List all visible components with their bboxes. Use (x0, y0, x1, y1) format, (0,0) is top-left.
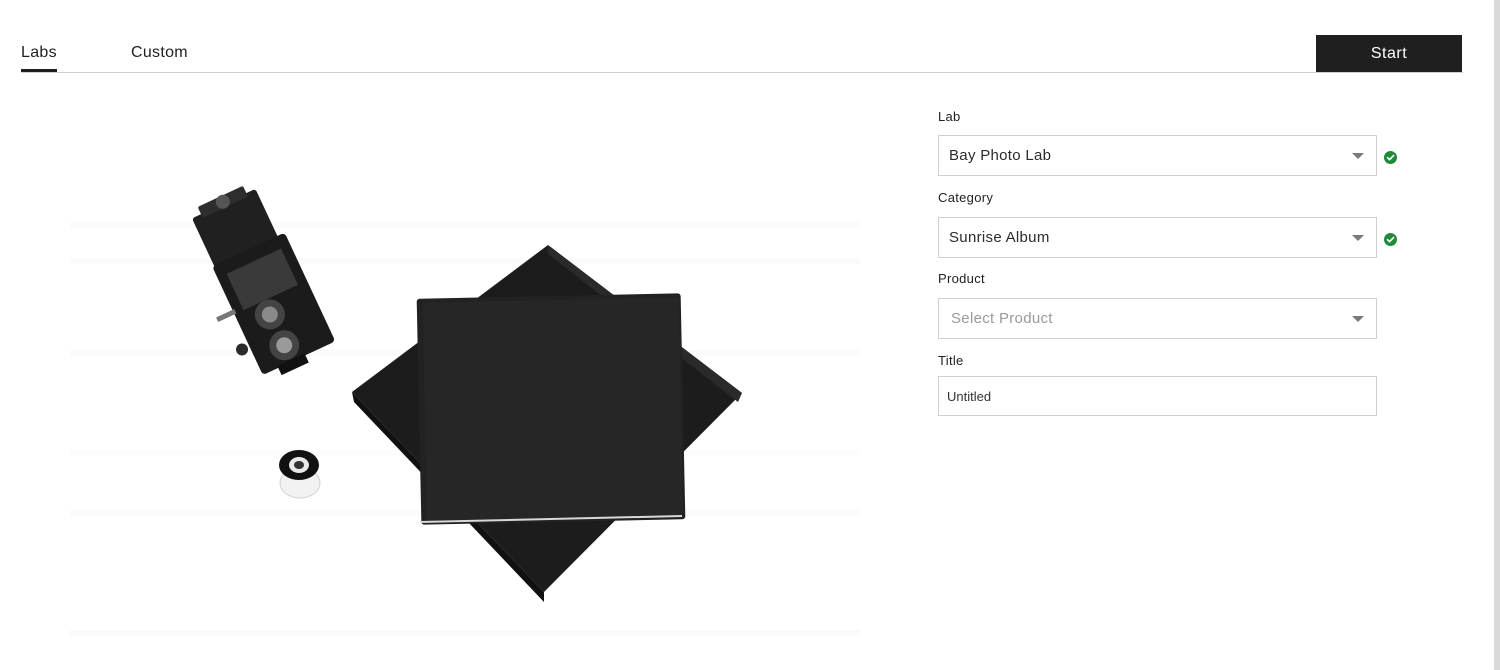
product-photo-illustration (70, 186, 860, 636)
lab-select[interactable]: Bay Photo Lab (938, 135, 1377, 176)
page: Labs Custom Start Lab Bay Photo Lab Cate… (0, 0, 1500, 670)
check-circle-icon (1384, 151, 1397, 164)
loupe (279, 450, 321, 499)
tab-bar: Labs Custom (21, 0, 1463, 73)
product-select-placeholder: Select Product (951, 310, 1053, 327)
lab-label: Lab (938, 109, 961, 124)
camera (192, 186, 335, 376)
title-label: Title (938, 353, 964, 368)
category-select[interactable]: Sunrise Album (938, 217, 1377, 258)
chevron-down-icon (1352, 235, 1364, 241)
check-circle-icon (1384, 233, 1397, 246)
active-tab-indicator (21, 69, 57, 72)
tab-labs[interactable]: Labs (21, 44, 57, 62)
chevron-down-icon (1352, 153, 1364, 159)
tab-custom[interactable]: Custom (131, 44, 188, 62)
category-label: Category (938, 190, 994, 205)
title-input[interactable] (938, 376, 1377, 416)
album-book (416, 293, 686, 525)
scrollbar[interactable] (1494, 0, 1500, 670)
category-select-value: Sunrise Album (949, 229, 1050, 246)
start-button[interactable]: Start (1316, 35, 1462, 72)
product-image (70, 150, 860, 650)
product-label: Product (938, 271, 985, 286)
chevron-down-icon (1352, 316, 1364, 322)
lab-select-value: Bay Photo Lab (949, 147, 1052, 164)
product-select[interactable]: Select Product (938, 298, 1377, 339)
